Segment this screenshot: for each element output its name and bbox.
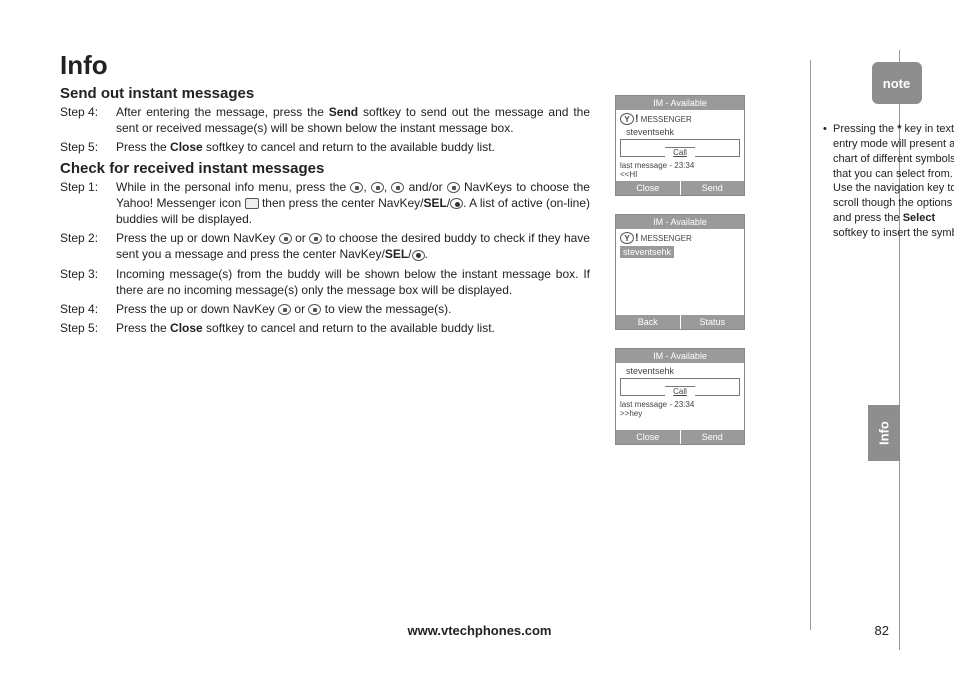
step-text: Press the Close softkey to cancel and re…: [116, 139, 590, 155]
step-label: Step 4:: [60, 104, 116, 136]
phone-lastmsg: last message - 23:34: [620, 400, 740, 409]
exclaim-icon: !: [635, 232, 639, 244]
section-heading-check: Check for received instant messages: [60, 160, 590, 177]
page-title: Info: [60, 50, 590, 81]
phone-screen-2: IM - Available Y! MESSENGER steventsehk …: [615, 214, 745, 330]
section-send-steps: Step 4:After entering the message, press…: [60, 104, 590, 156]
phone-msg: <<HI: [620, 170, 740, 179]
softkey-back[interactable]: Back: [616, 315, 680, 329]
phone-lastmsg: last message - 23:34: [620, 161, 740, 170]
step-label: Step 5:: [60, 320, 116, 336]
step-row: Step 5:Press the Close softkey to cancel…: [60, 139, 590, 155]
messenger-label: MESSENGER: [641, 234, 692, 243]
main-column: Info Send out instant messages Step 4:Af…: [60, 50, 590, 339]
step-row: Step 2:Press the up or down NavKey or to…: [60, 230, 590, 262]
phone-username: steventsehk: [626, 127, 740, 137]
note-badge: note: [872, 62, 922, 104]
step-text: Press the Close softkey to cancel and re…: [116, 320, 590, 336]
phone-titlebar: IM - Available: [616, 96, 744, 110]
note-column: note • Pressing the * key in text entry …: [810, 60, 954, 630]
softkey-send[interactable]: Send: [680, 430, 745, 444]
call-softlabel: Call: [665, 147, 695, 157]
phone-msg: >>hey: [620, 409, 740, 418]
step-label: Step 4:: [60, 301, 116, 317]
step-text: Press the up or down NavKey or to view t…: [116, 301, 590, 317]
step-text: While in the personal info menu, press t…: [116, 179, 590, 228]
step-text: After entering the message, press the Se…: [116, 104, 590, 136]
call-softlabel: Call: [665, 386, 695, 396]
footer-url: www.vtechphones.com: [60, 623, 899, 638]
step-label: Step 5:: [60, 139, 116, 155]
step-row: Step 5:Press the Close softkey to cancel…: [60, 320, 590, 336]
step-row: Step 4:After entering the message, press…: [60, 104, 590, 136]
page-number: 82: [875, 623, 889, 638]
phone-username: steventsehk: [626, 366, 740, 376]
phone-mockups-column: IM - Available Y! MESSENGER steventsehk …: [615, 95, 775, 463]
step-label: Step 3:: [60, 266, 116, 298]
section-check-steps: Step 1:While in the personal info menu, …: [60, 179, 590, 337]
section-heading-send: Send out instant messages: [60, 85, 590, 102]
phone-input[interactable]: Call: [620, 139, 740, 157]
step-text: Press the up or down NavKey or to choose…: [116, 230, 590, 262]
exclaim-icon: !: [635, 113, 639, 125]
phone-screen-1: IM - Available Y! MESSENGER steventsehk …: [615, 95, 745, 196]
step-text: Incoming message(s) from the buddy will …: [116, 266, 590, 298]
step-label: Step 2:: [60, 230, 116, 262]
step-row: Step 1:While in the personal info menu, …: [60, 179, 590, 228]
yahoo-icon: Y: [620, 232, 634, 244]
phone-selected-contact[interactable]: steventsehk: [620, 246, 674, 258]
softkey-close[interactable]: Close: [616, 181, 680, 195]
yahoo-icon: Y: [620, 113, 634, 125]
phone-titlebar: IM - Available: [616, 349, 744, 363]
note-bullet: • Pressing the * key in text entry mode …: [823, 122, 954, 241]
manual-page: Info Send out instant messages Step 4:Af…: [60, 50, 900, 650]
step-row: Step 3:Incoming message(s) from the budd…: [60, 266, 590, 298]
step-label: Step 1:: [60, 179, 116, 228]
bullet-dot: •: [823, 122, 833, 241]
phone-input[interactable]: Call: [620, 378, 740, 396]
step-row: Step 4:Press the up or down NavKey or to…: [60, 301, 590, 317]
softkey-close[interactable]: Close: [616, 430, 680, 444]
phone-screen-3: IM - Available steventsehk Call last mes…: [615, 348, 745, 445]
side-tab-info: Info: [868, 405, 900, 461]
softkey-send[interactable]: Send: [680, 181, 745, 195]
phone-titlebar: IM - Available: [616, 215, 744, 229]
note-text: Pressing the * key in text entry mode wi…: [833, 122, 954, 241]
messenger-label: MESSENGER: [641, 115, 692, 124]
softkey-status[interactable]: Status: [680, 315, 745, 329]
